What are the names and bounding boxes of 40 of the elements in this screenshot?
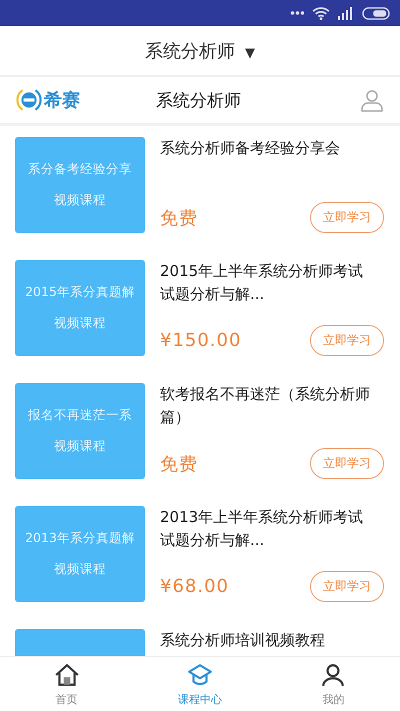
course-thumbnail[interactable]: 报名不再迷茫一系 视频课程 <box>15 383 145 479</box>
study-button[interactable]: 立即学习 <box>310 202 384 233</box>
thumbnail-subtitle: 视频课程 <box>54 192 106 209</box>
page-title[interactable]: 系统分析师 ▼ <box>145 38 255 62</box>
course-thumbnail[interactable]: 系分备考经验分享 视频课程 <box>15 137 145 233</box>
study-button[interactable]: 立即学习 <box>310 325 384 356</box>
course-thumbnail[interactable]: 2013年系分真题解 视频课程 <box>15 506 145 602</box>
course-thumbnail[interactable]: 2015年系分真题解 视频课程 <box>15 260 145 356</box>
header-title: 系统分析师 <box>156 90 242 112</box>
user-icon <box>320 662 346 688</box>
battery-icon <box>362 6 390 20</box>
course-title[interactable]: 系统分析师培训视频教程 <box>160 629 384 652</box>
tab-item[interactable]: 课程中心 <box>133 657 267 711</box>
tab-item[interactable]: 我的 <box>266 657 400 711</box>
course-title[interactable]: 软考报名不再迷茫（系统分析师篇） <box>160 383 384 429</box>
course-price: 免费 <box>160 452 198 476</box>
wifi-icon <box>312 6 330 20</box>
course-price: ¥68.00 <box>160 576 229 597</box>
thumbnail-title: 系分备考经验分享 <box>28 161 132 178</box>
graduation-cap-icon <box>186 662 213 688</box>
study-button[interactable]: 立即学习 <box>310 448 384 479</box>
tab-item[interactable]: 首页 <box>0 657 134 711</box>
course-price: 免费 <box>160 206 198 230</box>
thumbnail-subtitle: 视频课程 <box>54 561 106 578</box>
home-icon <box>54 662 80 688</box>
thumbnail-subtitle: 视频课程 <box>54 315 106 332</box>
logo-text: 希赛 <box>44 89 80 112</box>
course-title[interactable]: 2015年上半年系统分析师考试试题分析与解... <box>160 260 384 306</box>
thumbnail-subtitle: 视频课程 <box>54 438 106 455</box>
study-button[interactable]: 立即学习 <box>310 571 384 602</box>
course-title[interactable]: 系统分析师备考经验分享会 <box>160 137 384 160</box>
thumbnail-title: 报名不再迷茫一系 <box>28 407 132 424</box>
thumbnail-title: 2015年系分真题解 <box>25 284 135 301</box>
course-title[interactable]: 2013年上半年系统分析师考试试题分析与解... <box>160 506 384 552</box>
course-price: ¥150.00 <box>160 330 242 351</box>
signal-icon <box>338 6 354 20</box>
user-icon[interactable] <box>360 88 384 112</box>
logo-icon <box>16 87 42 113</box>
more-icon <box>290 11 304 15</box>
thumbnail-title: 2013年系分真题解 <box>25 530 135 547</box>
